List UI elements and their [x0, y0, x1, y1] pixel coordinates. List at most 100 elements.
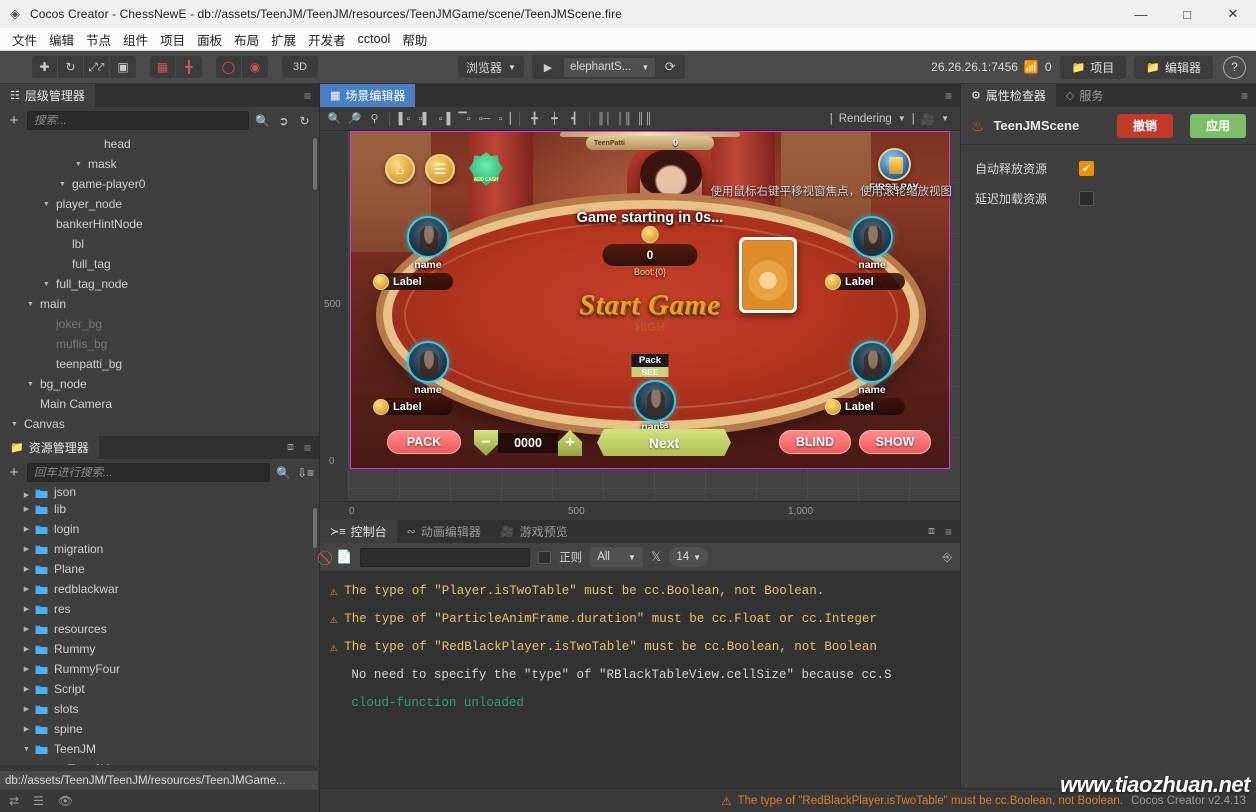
distribute-right-icon[interactable]: ┫	[565, 109, 584, 128]
assets-menu-icon[interactable]: ≡	[304, 441, 311, 455]
align-right-icon[interactable]: ▫▐	[435, 109, 454, 128]
chevron-down-icon[interactable]: ▼	[24, 301, 37, 308]
chevron-down-icon[interactable]: ▼	[8, 421, 21, 428]
camera-icon[interactable]: 🎥	[921, 112, 935, 126]
rect-tool-icon[interactable]: ▣	[110, 56, 136, 78]
hierarchy-scrollbar[interactable]	[313, 138, 317, 190]
player-avatar[interactable]	[407, 216, 449, 258]
hierarchy-node-joker-bg[interactable]: joker_bg	[0, 314, 319, 334]
hierarchy-search-box[interactable]	[27, 111, 249, 130]
asset-item-script[interactable]: ▶Script	[0, 679, 319, 699]
hierarchy-node-head[interactable]: head	[0, 134, 319, 154]
tab-scene-editor[interactable]: ▦ 场景编辑器	[320, 84, 415, 107]
font-size-select[interactable]: 14 ▼	[669, 547, 708, 567]
chevron-right-icon[interactable]: ▶	[20, 525, 33, 533]
deck-card-back[interactable]	[739, 237, 797, 313]
menu-project[interactable]: 项目	[154, 28, 191, 51]
asset-item-migration[interactable]: ▶migration	[0, 539, 319, 559]
chevron-right-icon[interactable]: ▶	[20, 705, 33, 713]
menu-extension[interactable]: 扩展	[265, 28, 302, 51]
asset-item-plane[interactable]: ▶Plane	[0, 559, 319, 579]
menu-help[interactable]: 帮助	[396, 28, 433, 51]
hierarchy-search-input[interactable]	[34, 115, 242, 127]
coordinate-space-icon[interactable]: ╋	[176, 56, 202, 78]
asset-item-rummyfour[interactable]: ▶RummyFour	[0, 659, 319, 679]
chevron-right-icon[interactable]: ▶	[20, 605, 33, 613]
hierarchy-node-player-node[interactable]: ▼player_node	[0, 194, 319, 214]
chevron-right-icon[interactable]: ▶	[20, 585, 33, 593]
asset-item-slots[interactable]: ▶slots	[0, 699, 319, 719]
distribute-gap-icon[interactable]: ║║	[635, 109, 654, 128]
eye-icon[interactable]: 👁	[58, 794, 73, 808]
hierarchy-node-full-tag[interactable]: full_tag	[0, 254, 319, 274]
add-node-button[interactable]: +	[7, 112, 21, 129]
tab-game-preview[interactable]: 🎥 游戏预览	[491, 520, 578, 543]
show-button[interactable]: SHOW	[859, 430, 931, 454]
database-icon[interactable]: ☰	[33, 794, 44, 808]
locate-icon[interactable]: ➲	[276, 114, 291, 128]
minimize-button[interactable]: —	[1118, 0, 1164, 28]
hierarchy-node-teenpatti-bg[interactable]: teenpatti_bg	[0, 354, 319, 374]
bet-increase-button[interactable]: +	[558, 430, 582, 456]
tab-service[interactable]: ◇ 服务	[1056, 84, 1113, 107]
chevron-right-icon[interactable]: ▶	[20, 565, 33, 573]
hierarchy-node-muflis-bg[interactable]: muflis_bg	[0, 334, 319, 354]
apply-button[interactable]: 应用	[1190, 114, 1246, 138]
menu-edit[interactable]: 编辑	[43, 28, 80, 51]
home-icon[interactable]: ⌂	[385, 154, 415, 184]
device-select[interactable]: elephantS... ▼	[564, 58, 655, 77]
menu-cctool[interactable]: cctool	[352, 30, 397, 48]
add-asset-button[interactable]: +	[7, 464, 21, 481]
editor-settings-button[interactable]: 📁 编辑器	[1134, 56, 1213, 79]
project-settings-button[interactable]: 📁 项目	[1060, 56, 1127, 79]
scene-viewport[interactable]: TeenPatti 0 ⌂ ☰ ADD CASH FIRST PAY name	[320, 131, 960, 520]
hierarchy-node-bg-node[interactable]: ▼bg_node	[0, 374, 319, 394]
hierarchy-node-full-tag-node[interactable]: ▼full_tag_node	[0, 274, 319, 294]
chevron-down-icon[interactable]: ▼	[24, 381, 37, 388]
menu-file[interactable]: 文件	[6, 28, 43, 51]
asset-item-login[interactable]: ▶login	[0, 519, 319, 539]
pivot-center-icon[interactable]: ▦	[150, 56, 176, 78]
sort-icon[interactable]: ⇩≡	[297, 466, 312, 480]
hierarchy-node-main-camera[interactable]: Main Camera	[0, 394, 319, 414]
tab-console[interactable]: ≻≡ 控制台	[320, 520, 397, 543]
global-view-icon[interactable]: ◉	[242, 56, 268, 78]
hierarchy-node-canvas[interactable]: ▼Canvas	[0, 414, 319, 434]
collapse-icon[interactable]: ⎆	[942, 550, 952, 565]
node-bounds-icon[interactable]: ◯	[216, 56, 242, 78]
chevron-down-icon[interactable]: ▼	[72, 161, 85, 168]
inspector-menu-icon[interactable]: ≡	[1241, 89, 1248, 103]
hierarchy-node-bankerhintnode[interactable]: bankerHintNode	[0, 214, 319, 234]
asset-item-lib[interactable]: ▶lib	[0, 499, 319, 519]
chevron-right-icon[interactable]: ▶	[20, 665, 33, 673]
menu-component[interactable]: 组件	[117, 28, 154, 51]
align-bottom-icon[interactable]: ▫▕	[495, 109, 514, 128]
hierarchy-node-mask[interactable]: ▼mask	[0, 154, 319, 174]
scene-menu-icon[interactable]: ≡	[945, 89, 952, 103]
chevron-down-icon[interactable]: ▼	[40, 201, 53, 208]
preview-target-select[interactable]: 浏览器 ▼	[458, 56, 524, 78]
asset-item-resources[interactable]: ▶resources	[0, 619, 319, 639]
align-hcenter-icon[interactable]: ▫▌	[415, 109, 434, 128]
distribute-v-icon[interactable]: │║	[615, 109, 634, 128]
tab-hierarchy[interactable]: ☷ 层级管理器	[0, 84, 95, 107]
log-level-select[interactable]: All ▼	[590, 547, 643, 567]
assets-search-box[interactable]	[27, 463, 270, 482]
distribute-hcenter-icon[interactable]: ┿	[545, 109, 564, 128]
asset-item-res[interactable]: ▶res	[0, 599, 319, 619]
chevron-right-icon[interactable]: ▶	[20, 505, 33, 513]
menu-node[interactable]: 节点	[80, 28, 117, 51]
asset-item-spine[interactable]: ▶spine	[0, 719, 319, 739]
reload-button[interactable]: ⟳	[657, 56, 683, 78]
rotate-tool-icon[interactable]: ↻	[58, 56, 84, 78]
blind-button[interactable]: BLIND	[779, 430, 851, 454]
chevron-down-icon[interactable]: ▼	[56, 181, 69, 188]
rendering-select-label[interactable]: Rendering	[839, 113, 892, 125]
popout-icon[interactable]: ⧈	[928, 525, 935, 538]
asset-item-json[interactable]: ▶json	[0, 486, 319, 499]
chevron-right-icon[interactable]: ▶	[20, 545, 33, 553]
player-avatar[interactable]	[851, 216, 893, 258]
align-vcenter-icon[interactable]: ▫─	[475, 109, 494, 128]
hierarchy-node-main[interactable]: ▼main	[0, 294, 319, 314]
distribute-left-icon[interactable]: ╋	[525, 109, 544, 128]
